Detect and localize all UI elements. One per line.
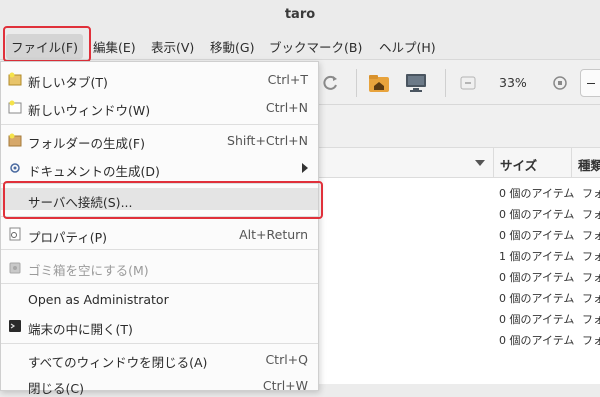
shortcut-label: Ctrl+W: [262, 378, 308, 393]
home-folder-icon[interactable]: [366, 71, 392, 95]
document-new-icon: [8, 161, 22, 175]
menu-separator: [1, 343, 318, 344]
menu-item-label: Open as Administrator: [28, 292, 169, 307]
file-menu-dropdown: 新しいタブ(T) Ctrl+T 新しいウィンドウ(W) Ctrl+N フォルダー…: [0, 61, 319, 396]
cell-size: 0 個のアイテム: [499, 292, 575, 305]
file-menu-highlight: [3, 26, 91, 62]
table-row[interactable]: 0 個のアイテム フォ: [319, 224, 600, 245]
trash-icon: [8, 260, 22, 274]
menu-item-label: 閉じる(C): [28, 381, 84, 396]
cell-size: 0 個のアイテム: [499, 271, 575, 284]
menu-separator: [1, 283, 318, 284]
cell-kind: フォ: [582, 187, 600, 200]
menu-item-label: プロパティ(P): [28, 230, 108, 245]
folder-new-icon: [8, 133, 22, 147]
menu-item-open-admin[interactable]: Open as Administrator: [1, 288, 318, 310]
menu-item-label: 新しいタブ(T): [28, 75, 108, 90]
toolbar-separator: [356, 69, 357, 97]
cell-kind: フォ: [582, 334, 600, 347]
table-row[interactable]: 0 個のアイテム フォ: [319, 266, 600, 287]
cell-size: 0 個のアイテム: [499, 313, 575, 326]
shortcut-label: Shift+Ctrl+N: [227, 133, 308, 148]
shortcut-label: Ctrl+N: [265, 100, 308, 115]
table-row[interactable]: 0 個のアイテム フォ: [319, 329, 600, 350]
menu-item-label: ドキュメントの生成(D): [28, 164, 160, 179]
table-row[interactable]: 0 個のアイテム フォ: [319, 287, 600, 308]
cell-kind: フォ: [582, 250, 600, 263]
sort-arrow-icon: [475, 160, 485, 166]
cell-kind: フォ: [582, 292, 600, 305]
table-row[interactable]: 0 個のアイテム フォ: [319, 203, 600, 224]
menu-item-label: 端末の中に開く(T): [28, 322, 133, 337]
new-tab-icon: [8, 72, 22, 86]
zoom-reset-icon[interactable]: [548, 71, 574, 95]
menu-view[interactable]: 表示(V): [151, 37, 194, 56]
column-header-kind[interactable]: 種類: [572, 148, 600, 178]
properties-icon: [8, 227, 22, 241]
menu-item-create-document[interactable]: ドキュメントの生成(D): [1, 157, 318, 179]
connect-server-highlight: [3, 181, 323, 219]
title-bar: taro: [0, 0, 600, 30]
column-header-size[interactable]: サイズ: [494, 148, 572, 178]
table-row[interactable]: 1 個のアイテム フォ: [319, 245, 600, 266]
table-row[interactable]: 0 個のアイテム フォ: [319, 182, 600, 203]
shortcut-label: Ctrl+Q: [265, 352, 308, 367]
menu-item-new-tab[interactable]: 新しいタブ(T) Ctrl+T: [1, 68, 318, 90]
cell-size: 0 個のアイテム: [499, 334, 575, 347]
menu-item-label: 新しいウィンドウ(W): [28, 103, 151, 118]
cell-kind: フォ: [582, 208, 600, 221]
shortcut-label: Ctrl+T: [267, 72, 308, 87]
menu-item-label: ゴミ箱を空にする(M): [28, 263, 149, 278]
menu-item-label: フォルダーの生成(F): [28, 136, 145, 151]
menu-bookmarks[interactable]: ブックマーク(B): [269, 37, 362, 56]
menu-item-close-all[interactable]: すべてのウィンドウを閉じる(A) Ctrl+Q: [1, 348, 318, 370]
shortcut-label: Alt+Return: [239, 227, 308, 242]
window-title: taro: [284, 7, 316, 22]
table-row[interactable]: 0 個のアイテム フォ: [319, 308, 600, 329]
column-header-name[interactable]: [319, 148, 494, 178]
menu-item-new-window[interactable]: 新しいウィンドウ(W) Ctrl+N: [1, 96, 318, 118]
menu-item-label: すべてのウィンドウを閉じる(A): [28, 355, 208, 370]
toolbar-separator-2: [445, 69, 446, 97]
zoom-level: 33%: [499, 75, 527, 90]
new-window-icon: [8, 100, 22, 114]
menu-help[interactable]: ヘルプ(H): [379, 37, 436, 56]
cell-size: 0 個のアイテム: [499, 187, 575, 200]
cell-kind: フォ: [582, 313, 600, 326]
cell-size: 0 個のアイテム: [499, 208, 575, 221]
menu-item-close[interactable]: 閉じる(C) Ctrl+W: [1, 374, 318, 396]
cell-kind: フォ: [582, 271, 600, 284]
reload-icon[interactable]: [318, 71, 344, 95]
menu-separator: [1, 124, 318, 125]
cell-size: 0 個のアイテム: [499, 229, 575, 242]
menu-item-empty-trash[interactable]: ゴミ箱を空にする(M): [1, 256, 318, 278]
file-manager-window: taro ファイル(F) 編集(E) 表示(V) 移動(G) ブックマーク(B)…: [0, 0, 600, 396]
menu-item-open-terminal[interactable]: 端末の中に開く(T): [1, 315, 318, 337]
location-field[interactable]: [580, 69, 600, 97]
menu-go[interactable]: 移動(G): [210, 37, 254, 56]
menu-item-create-folder[interactable]: フォルダーの生成(F) Shift+Ctrl+N: [1, 129, 318, 151]
computer-icon[interactable]: [403, 71, 429, 95]
cell-size: 1 個のアイテム: [499, 250, 575, 263]
submenu-arrow-icon: [302, 163, 308, 173]
zoom-out-icon[interactable]: [456, 71, 482, 95]
menu-separator: [1, 249, 318, 250]
menu-item-properties[interactable]: プロパティ(P) Alt+Return: [1, 223, 318, 245]
menu-edit[interactable]: 編集(E): [93, 37, 136, 56]
terminal-icon: [8, 319, 22, 333]
cell-kind: フォ: [582, 229, 600, 242]
